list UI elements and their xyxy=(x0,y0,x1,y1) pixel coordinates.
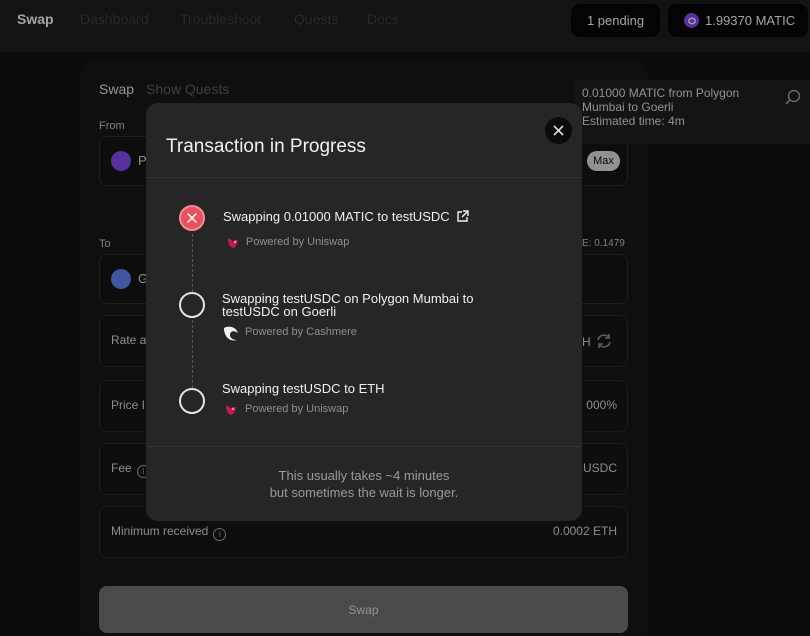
close-button[interactable] xyxy=(545,117,572,144)
close-icon xyxy=(553,125,564,136)
modal-title: Transaction in Progress xyxy=(166,136,366,157)
cashmere-logo-icon xyxy=(222,324,238,341)
uniswap-logo-icon xyxy=(223,402,239,418)
modal-footer-divider xyxy=(146,446,582,447)
step-3-provider: Powered by Uniswap xyxy=(245,403,349,415)
step-error-icon xyxy=(179,205,205,231)
step-2-provider: Powered by Cashmere xyxy=(245,326,357,338)
step-connector xyxy=(192,234,193,292)
transaction-progress-modal: Transaction in Progress Swapping 0.01000… xyxy=(146,103,582,521)
step-1-provider: Powered by Uniswap xyxy=(246,236,350,248)
external-link-icon[interactable] xyxy=(456,210,469,225)
step-pending-icon xyxy=(179,388,205,414)
step-pending-icon xyxy=(179,292,205,318)
modal-divider xyxy=(146,177,582,178)
step-3-title: Swapping testUSDC to ETH xyxy=(222,381,385,396)
step-2-title-line2: testUSDC on Goerli xyxy=(222,304,337,319)
footer-line-1: This usually takes ~4 minutes xyxy=(278,468,450,483)
footer-line-2: but sometimes the wait is longer. xyxy=(269,485,459,500)
step-connector xyxy=(192,320,193,388)
step-1-title: Swapping 0.01000 MATIC to testUSDC xyxy=(223,210,469,225)
uniswap-logo-icon xyxy=(225,235,241,251)
